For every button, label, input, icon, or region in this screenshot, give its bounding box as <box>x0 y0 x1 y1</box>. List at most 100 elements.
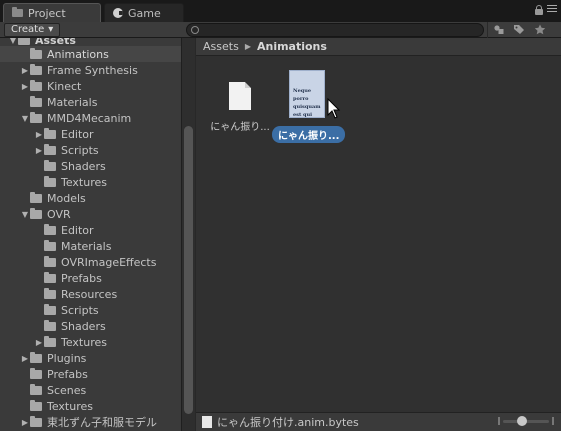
folder-icon <box>30 111 42 123</box>
tree-item-label: Editor <box>61 223 94 237</box>
expand-arrow-icon[interactable]: ▼ <box>8 38 18 45</box>
asset-item[interactable]: にゃん振り... <box>205 68 275 133</box>
folder-icon <box>12 7 23 17</box>
asset-browser: Assets ▶ Animations にゃん振り... Neque porro… <box>196 38 561 431</box>
tree-item-label: Textures <box>61 335 107 349</box>
folder-icon <box>30 63 42 75</box>
tree-scrollbar[interactable] <box>181 38 195 431</box>
tree-item[interactable]: Scenes <box>0 382 181 398</box>
create-button[interactable]: Create ▾ <box>4 23 61 37</box>
tab-game[interactable]: Game <box>104 3 184 22</box>
expand-arrow-icon[interactable]: ▼ <box>20 114 30 123</box>
breadcrumb-assets[interactable]: Assets <box>203 40 239 53</box>
tree-item[interactable]: ▼ MMD4Mecanim <box>0 110 181 126</box>
tree-item[interactable]: Materials <box>0 238 181 254</box>
tree-item[interactable]: Shaders <box>0 318 181 334</box>
tab-game-label: Game <box>128 6 161 20</box>
favorite-star-icon[interactable] <box>533 24 547 36</box>
tree-item[interactable]: Textures <box>0 174 181 190</box>
toolbar-divider <box>487 22 488 38</box>
tree-item[interactable]: Resources <box>0 286 181 302</box>
window-tab-bar: Project Game <box>0 0 561 22</box>
filter-type-icon[interactable] <box>492 24 506 36</box>
search-input[interactable] <box>201 24 471 36</box>
tree-item[interactable]: Scripts <box>0 302 181 318</box>
expand-arrow-icon[interactable]: ▶ <box>34 146 44 155</box>
folder-icon <box>44 239 56 251</box>
tree-item-label: Models <box>47 191 86 205</box>
tree-item[interactable]: ▶ Frame Synthesis <box>0 62 181 78</box>
folder-icon <box>30 191 42 203</box>
lock-icon[interactable] <box>535 5 543 15</box>
expand-arrow-icon[interactable]: ▶ <box>34 338 44 347</box>
chevron-down-icon: ▾ <box>48 24 54 35</box>
document-icon <box>229 82 251 110</box>
slider-min-icon <box>498 417 500 425</box>
folder-icon <box>30 79 42 91</box>
tree-item-label: Prefabs <box>61 271 102 285</box>
breadcrumb: Assets ▶ Animations <box>196 38 561 56</box>
tree-item[interactable]: ▶ Editor <box>0 126 181 142</box>
tree-item-label: Frame Synthesis <box>47 63 138 77</box>
text-asset-icon: Neque porro quisquam est qui dolorem <box>289 70 325 118</box>
asset-label: にゃん振り... <box>210 122 270 133</box>
folder-icon <box>44 175 56 187</box>
folder-icon <box>30 47 42 59</box>
expand-arrow-icon[interactable]: ▼ <box>20 210 30 219</box>
tree-item[interactable]: Prefabs <box>0 270 181 286</box>
tree-item[interactable]: OVRImageEffects <box>0 254 181 270</box>
folder-icon <box>44 223 56 235</box>
tree-item[interactable]: ▶ Kinect <box>0 78 181 94</box>
search-icon <box>191 26 199 34</box>
tree-item-label: Shaders <box>61 319 106 333</box>
expand-arrow-icon[interactable]: ▶ <box>20 418 30 427</box>
folder-icon <box>30 383 42 395</box>
project-folder-tree[interactable]: ▼ Assets Animations ▶ Frame Synthesis ▶ Kine… <box>0 38 181 431</box>
tree-item[interactable]: Models <box>0 190 181 206</box>
tab-project[interactable]: Project <box>3 3 101 22</box>
tree-item-label: Textures <box>61 175 107 189</box>
label-tag-icon[interactable] <box>512 24 526 36</box>
selected-file-path: にゃん振り付け.anim.bytes <box>217 416 359 429</box>
tree-item[interactable]: Animations <box>0 46 181 62</box>
tree-item-label: Scenes <box>47 383 87 397</box>
asset-label: にゃん振り... <box>272 126 346 143</box>
folder-icon <box>30 351 42 363</box>
expand-arrow-icon[interactable]: ▶ <box>20 66 30 75</box>
tree-item[interactable]: Prefabs <box>0 366 181 382</box>
expand-arrow-icon[interactable]: ▶ <box>20 82 30 91</box>
panel-menu-icon[interactable] <box>547 5 557 15</box>
folder-icon <box>44 335 56 347</box>
folder-icon <box>44 271 56 283</box>
icon-size-slider[interactable] <box>498 416 554 426</box>
folder-icon <box>44 319 56 331</box>
tree-item[interactable]: Shaders <box>0 158 181 174</box>
tab-project-label: Project <box>28 6 66 20</box>
slider-knob[interactable] <box>517 416 527 426</box>
folder-icon <box>44 303 56 315</box>
tree-item-label: Textures <box>47 399 93 413</box>
tree-item-label: Shaders <box>61 159 106 173</box>
window-controls <box>535 5 557 15</box>
tree-item-label: Animations <box>47 47 109 61</box>
slider-max-icon <box>552 417 554 425</box>
tree-item-label: Editor <box>61 127 94 141</box>
tree-item[interactable]: Editor <box>0 222 181 238</box>
tree-item[interactable]: ▶ Scripts <box>0 142 181 158</box>
expand-arrow-icon[interactable]: ▶ <box>20 354 30 363</box>
tree-item[interactable]: Textures <box>0 398 181 414</box>
tree-item[interactable]: ▶ Textures <box>0 334 181 350</box>
tree-scrollbar-thumb[interactable] <box>184 126 193 414</box>
folder-icon <box>30 399 42 411</box>
project-toolbar: Create ▾ <box>0 22 561 38</box>
tree-item[interactable]: ▼ OVR <box>0 206 181 222</box>
breadcrumb-current[interactable]: Animations <box>257 40 327 53</box>
tree-item[interactable]: ▶ 東北ずん子和服モデル <box>0 414 181 430</box>
tree-item[interactable]: Materials <box>0 94 181 110</box>
tree-item-label: Prefabs <box>47 367 88 381</box>
tree-item-label: MMD4Mecanim <box>47 111 132 125</box>
tree-item[interactable]: ▶ Plugins <box>0 350 181 366</box>
pacman-icon <box>113 8 123 18</box>
search-field[interactable] <box>186 23 484 37</box>
expand-arrow-icon[interactable]: ▶ <box>34 130 44 139</box>
